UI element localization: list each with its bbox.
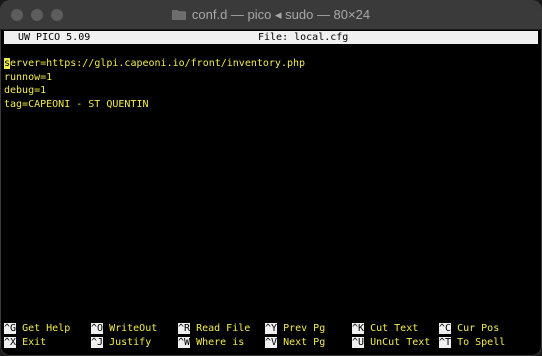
- buffer-line[interactable]: debug=1: [4, 84, 305, 98]
- window-title: conf.d — pico ◂ sudo — 80×24: [191, 6, 371, 22]
- shortcut-key: ^X: [4, 336, 17, 348]
- shortcut-key: ^T: [439, 336, 452, 348]
- shortcut-get-help[interactable]: ^G Get Help: [4, 322, 70, 336]
- shortcut-label: Read File: [196, 323, 251, 334]
- shortcut-label: Prev Pg: [283, 323, 326, 334]
- shortcut-label: Get Help: [22, 323, 71, 334]
- editor-version: UW PICO 5.09: [18, 32, 91, 43]
- shortcut-key: ^W: [178, 336, 191, 348]
- shortcut-exit[interactable]: ^X Exit: [4, 336, 46, 350]
- shortcut-prev-page[interactable]: ^Y Prev Pg: [265, 322, 325, 336]
- shortcut-where-is[interactable]: ^W Where is: [178, 336, 244, 350]
- shortcut-key: ^K: [352, 323, 365, 334]
- shortcut-key: ^Y: [265, 323, 278, 334]
- shortcut-label: Next Pg: [283, 336, 326, 348]
- buffer-line[interactable]: tag=CAPEONI - ST QUENTIN: [4, 98, 305, 112]
- shortcut-cur-pos[interactable]: ^C Cur Pos: [439, 322, 499, 336]
- shortcut-label: Exit: [22, 336, 47, 348]
- shortcut-key: ^J: [91, 336, 104, 348]
- shortcut-key: ^O: [91, 323, 104, 334]
- line-text: erver=https://glpi.capeoni.io/front/inve…: [10, 58, 306, 69]
- pico-header-bar: UW PICO 5.09 File: local.cfg: [4, 31, 538, 44]
- shortcut-next-page[interactable]: ^V Next Pg: [265, 336, 325, 350]
- shortcut-key: ^R: [178, 323, 191, 334]
- editor-buffer[interactable]: server=https://glpi.capeoni.io/front/inv…: [4, 57, 305, 111]
- shortcut-label: UnCut Text: [370, 336, 431, 348]
- buffer-line[interactable]: runnow=1: [4, 71, 305, 85]
- title-bar[interactable]: conf.d — pico ◂ sudo — 80×24: [0, 0, 542, 30]
- shortcut-key: ^U: [352, 336, 365, 348]
- line-text: tag=CAPEONI - ST QUENTIN: [4, 98, 149, 110]
- shortcut-key: ^V: [265, 336, 278, 348]
- line-text: debug=1: [4, 85, 47, 96]
- shortcut-label: Cut Text: [370, 323, 419, 334]
- shortcut-key: ^G: [4, 323, 17, 334]
- shortcut-label: Cur Pos: [457, 323, 500, 334]
- shortcut-uncut-text[interactable]: ^U UnCut Text: [352, 336, 430, 350]
- shortcut-key: ^C: [439, 323, 452, 334]
- shortcut-read-file[interactable]: ^R Read File: [178, 322, 250, 336]
- shortcut-row: ^G Get Help ^O WriteOut ^R Read File ^Y …: [4, 322, 538, 336]
- shortcut-to-spell[interactable]: ^T To Spell: [439, 336, 505, 350]
- folder-icon: [172, 9, 186, 20]
- shortcut-row: ^X Exit ^J Justify ^W Where is ^V Next P…: [4, 336, 538, 350]
- shortcut-justify[interactable]: ^J Justify: [91, 336, 151, 350]
- file-name-label: File: local.cfg: [258, 32, 349, 43]
- line-text: runnow=1: [4, 71, 53, 83]
- buffer-line[interactable]: server=https://glpi.capeoni.io/front/inv…: [4, 57, 305, 71]
- shortcut-label: To Spell: [457, 336, 506, 348]
- shortcut-label: Justify: [109, 336, 152, 348]
- shortcut-bar: ^G Get Help ^O WriteOut ^R Read File ^Y …: [4, 322, 538, 349]
- shortcut-label: Where is: [196, 336, 245, 348]
- shortcut-cut-text[interactable]: ^K Cut Text: [352, 322, 418, 336]
- shortcut-label: WriteOut: [109, 323, 158, 334]
- shortcut-writeout[interactable]: ^O WriteOut: [91, 322, 157, 336]
- terminal-content[interactable]: UW PICO 5.09 File: local.cfg server=http…: [4, 30, 538, 352]
- terminal-window: conf.d — pico ◂ sudo — 80×24 UW PICO 5.0…: [0, 0, 542, 356]
